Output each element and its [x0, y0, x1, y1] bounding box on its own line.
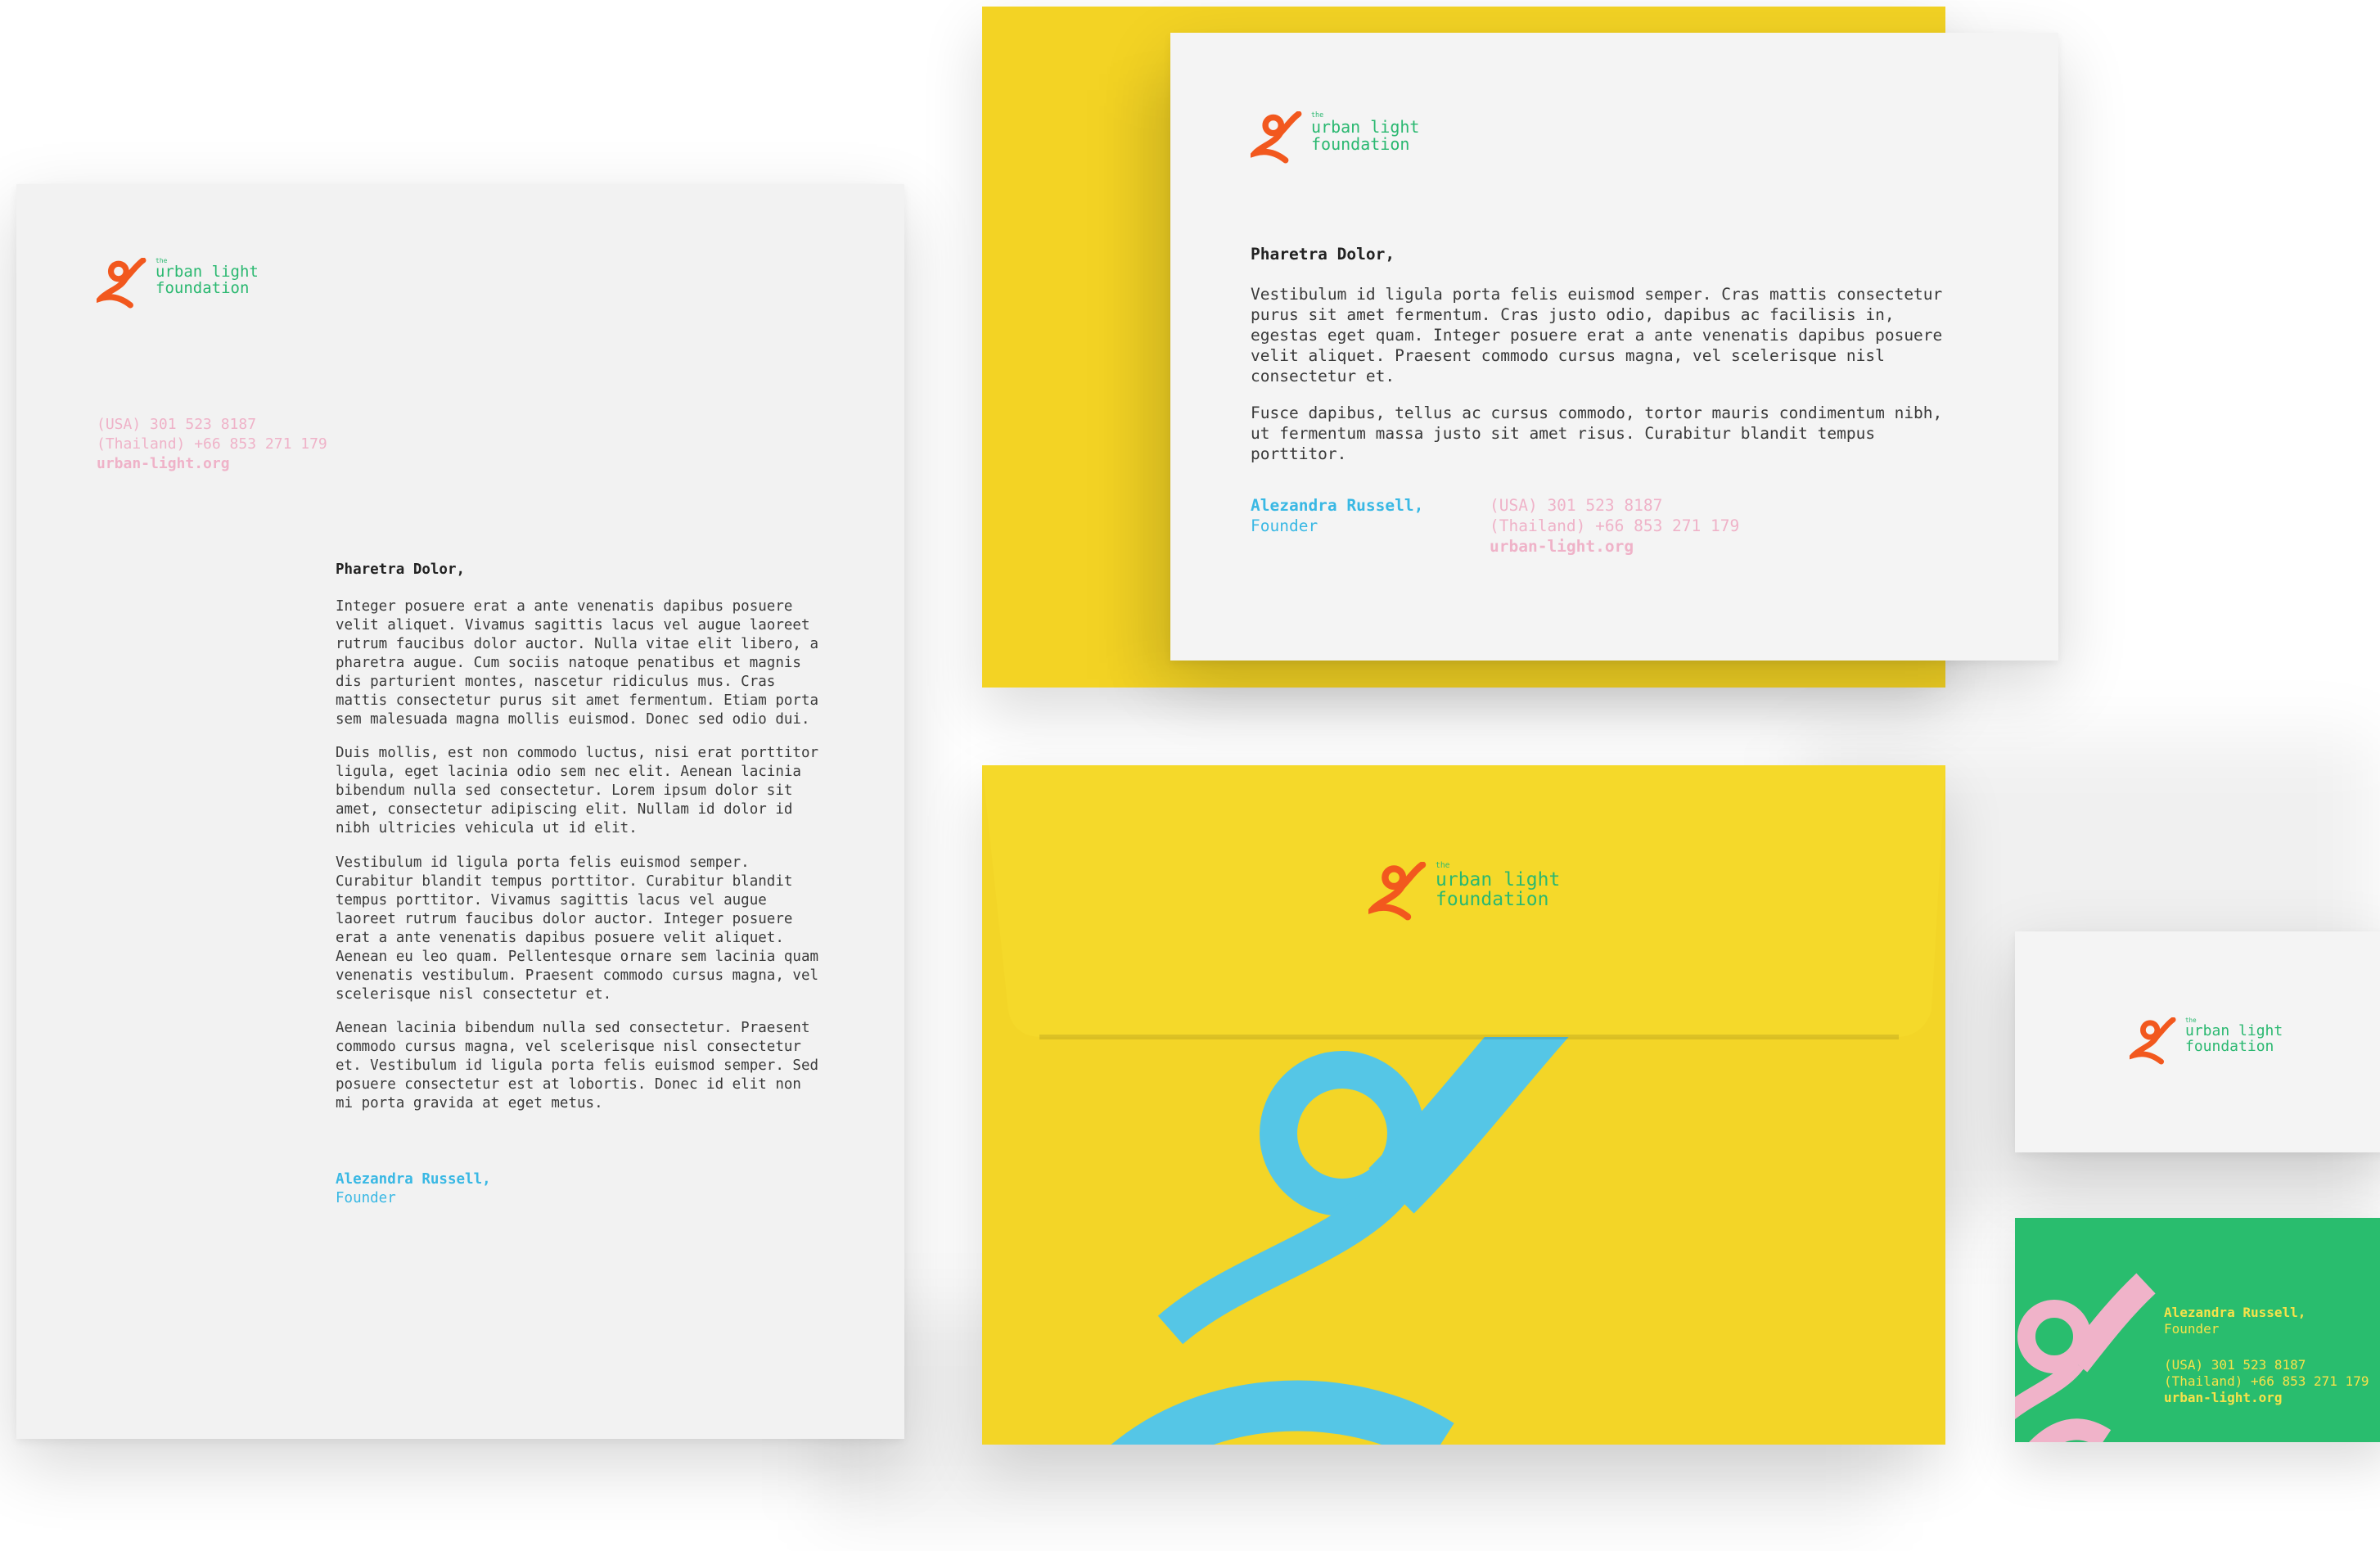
card-name: Alezandra Russell,: [2164, 1305, 2306, 1320]
brand-line1: urban light: [1311, 116, 1420, 137]
letterhead-sheet: the urban light foundation (USA) 301 523…: [16, 184, 904, 1439]
brand-line2: foundation: [1311, 133, 1410, 154]
letter-paragraph: Aenean lacinia bibendum nulla sed consec…: [336, 1020, 819, 1112]
letterhead-contact: (USA) 301 523 8187 (Thailand) +66 853 27…: [97, 415, 327, 474]
letter-salutation: Pharetra Dolor,: [336, 561, 466, 578]
signature-name: Alezandra Russell,: [336, 1171, 491, 1188]
note-card-logo: the urban light foundation: [1251, 111, 1419, 164]
running-figure-logo-icon: [97, 258, 146, 309]
contact-thailand: (Thailand) +66 853 271 179: [97, 435, 327, 453]
contact-web: urban-light.org: [1490, 537, 1634, 557]
contact-usa: (USA) 301 523 8187: [1490, 496, 1663, 516]
running-figure-logo-icon: [1368, 862, 1427, 921]
letter-body: Pharetra Dolor, Integer posuere erat a a…: [336, 561, 818, 1208]
contact-usa: (USA) 301 523 8187: [2164, 1357, 2306, 1373]
contact-thailand: (Thailand) +66 853 271 179: [1490, 516, 1740, 536]
brand-line2: foundation: [2185, 1037, 2274, 1055]
signature-role: Founder: [336, 1190, 396, 1207]
envelope: the urban light foundation: [982, 765, 1945, 1445]
business-card-logo: the urban light foundation: [2130, 1017, 2283, 1065]
business-card-front: the urban light foundation: [2015, 931, 2380, 1152]
brand-line2: foundation: [156, 279, 250, 298]
note-contact: (USA) 301 523 8187 (Thailand) +66 853 27…: [1490, 495, 1739, 557]
running-figure-logo-icon: [1251, 111, 1302, 164]
envelope-logo: the urban light foundation: [1368, 861, 1561, 921]
letter-paragraph: Integer posuere erat a ante venenatis da…: [336, 598, 819, 728]
contact-thailand: (Thailand) +66 853 271 179: [2164, 1373, 2369, 1389]
letter-paragraph: Vestibulum id ligula porta felis euismod…: [336, 854, 819, 1003]
letterhead-logo: the urban light foundation: [97, 257, 259, 309]
note-card: the urban light foundation Pharetra Dolo…: [1170, 33, 2058, 661]
business-card-details: Alezandra Russell, Founder (USA) 301 523…: [2164, 1305, 2369, 1406]
note-paragraph: Vestibulum id ligula porta felis euismod…: [1251, 285, 1943, 385]
letter-paragraph: Duis mollis, est non commodo luctus, nis…: [336, 745, 819, 837]
note-paragraph: Fusce dapibus, tellus ac cursus commodo,…: [1251, 404, 1943, 464]
contact-web: urban-light.org: [97, 455, 230, 472]
signature-role: Founder: [1251, 516, 1318, 536]
brand-line1: urban light: [156, 263, 259, 282]
contact-usa: (USA) 301 523 8187: [97, 416, 257, 433]
running-figure-logo-icon: [2130, 1017, 2176, 1065]
contact-web: urban-light.org: [2164, 1390, 2283, 1405]
stationery-mockup: the urban light foundation (USA) 301 523…: [0, 0, 2380, 1551]
signature-name: Alezandra Russell,: [1251, 496, 1424, 516]
business-card-back: Alezandra Russell, Founder (USA) 301 523…: [2015, 1218, 2380, 1442]
note-body: Pharetra Dolor, Vestibulum id ligula por…: [1251, 244, 1954, 557]
note-salutation: Pharetra Dolor,: [1251, 245, 1395, 264]
card-role: Founder: [2164, 1321, 2220, 1337]
brand-line2: foundation: [1436, 889, 1549, 911]
brand-line1: urban light: [2185, 1021, 2283, 1039]
brand-line1: urban light: [1436, 869, 1561, 891]
